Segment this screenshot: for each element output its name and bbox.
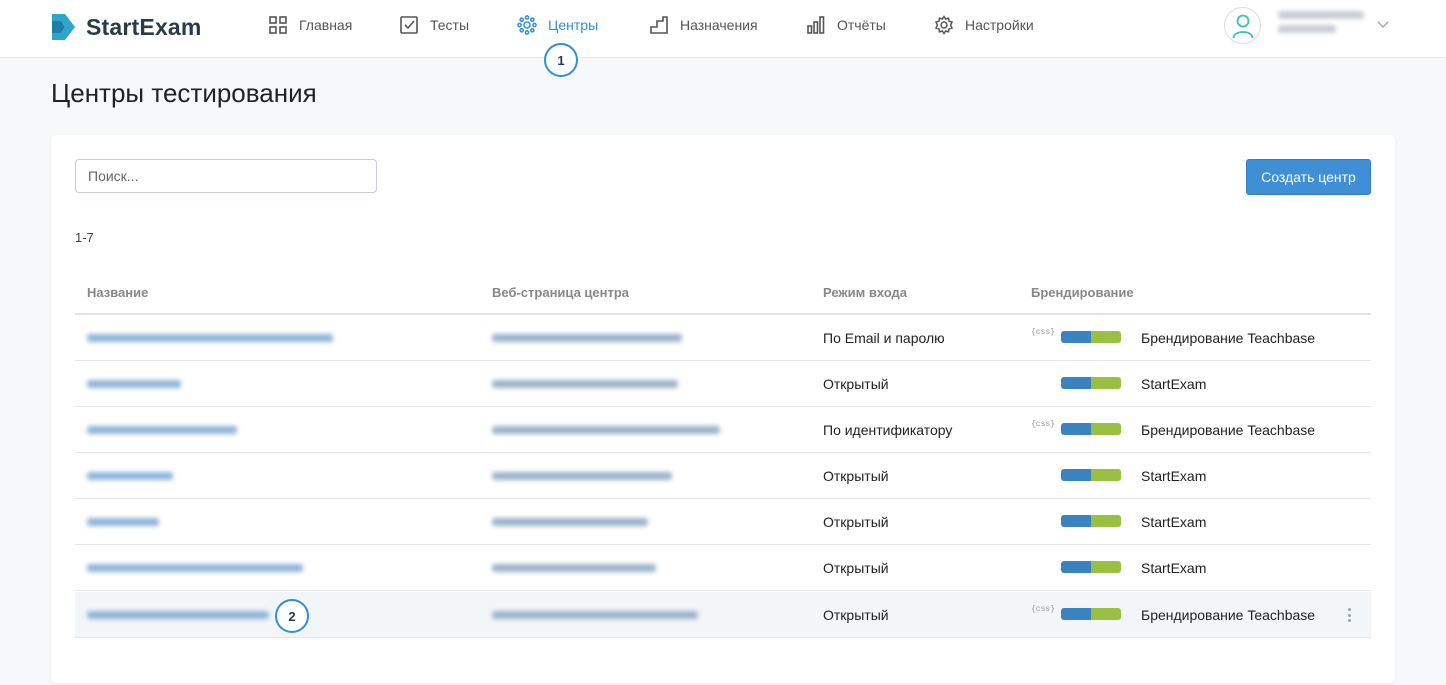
nav-tests-label: Тесты	[430, 17, 470, 33]
checkbox-icon	[400, 16, 418, 34]
center-webpage-link[interactable]	[492, 426, 720, 434]
table-header: Название Веб-страница центра Режим входа…	[75, 273, 1371, 315]
center-webpage-link[interactable]	[492, 472, 672, 480]
css-tag: {css}	[1031, 420, 1056, 429]
center-webpage-link[interactable]	[492, 334, 682, 342]
gear-icon	[934, 15, 954, 35]
branding-name: Брендирование Teachbase	[1141, 330, 1316, 346]
nav-centers-label: Центры	[548, 17, 599, 33]
branding-swatch	[1061, 469, 1121, 481]
center-name-link[interactable]	[87, 472, 173, 480]
css-tag: {css}	[1031, 328, 1056, 337]
nav-assignments-label: Назначения	[680, 17, 758, 33]
branding-name: Брендирование Teachbase	[1141, 422, 1316, 438]
center-webpage-link[interactable]	[492, 611, 698, 619]
nav-reports[interactable]: Отчёты	[806, 0, 886, 50]
bar-chart-icon	[807, 16, 825, 34]
center-name-link[interactable]	[87, 426, 237, 434]
login-mode: По Email и паролю	[823, 330, 945, 346]
center-name-link[interactable]	[87, 611, 269, 619]
branding-swatch	[1061, 331, 1121, 343]
nav-reports-label: Отчёты	[837, 17, 886, 33]
branding-name: StartExam	[1141, 514, 1207, 530]
nav-assignments[interactable]: Назначения	[649, 0, 758, 50]
table-row[interactable]: Открытый StartExam	[75, 361, 1371, 407]
create-center-button[interactable]: Создать центр	[1246, 159, 1371, 195]
table-row[interactable]: Открытый StartExam	[75, 453, 1371, 499]
login-mode: Открытый	[823, 468, 889, 484]
center-webpage-link[interactable]	[492, 380, 678, 388]
table-row[interactable]: По Email и паролю {css} Брендирование Te…	[75, 315, 1371, 361]
page-title: Центры тестирования	[51, 78, 317, 108]
search-input[interactable]	[75, 159, 377, 193]
grid-icon	[269, 16, 287, 34]
column-header-branding[interactable]: Брендирование	[1031, 285, 1134, 300]
login-mode: Открытый	[823, 560, 889, 576]
branding-name: StartExam	[1141, 560, 1207, 576]
nav-home-label: Главная	[299, 17, 353, 33]
table-row[interactable]: Открытый StartExam	[75, 499, 1371, 545]
center-name-link[interactable]	[87, 564, 303, 572]
branding-swatch	[1061, 423, 1121, 435]
results-range: 1-7	[75, 230, 94, 245]
nav-tests[interactable]: Тесты	[399, 0, 469, 50]
table-row[interactable]: Открытый {css} Брендирование Teachbase	[75, 592, 1371, 638]
column-header-login-mode[interactable]: Режим входа	[823, 285, 907, 300]
column-header-name[interactable]: Название	[87, 285, 148, 300]
nav-settings-label: Настройки	[965, 17, 1034, 33]
dots-circle-icon	[517, 15, 537, 35]
table-row[interactable]: Открытый StartExam	[75, 545, 1371, 591]
login-mode: Открытый	[823, 514, 889, 530]
user-name-blurred[interactable]	[1278, 11, 1364, 41]
startexam-logo-icon	[52, 14, 75, 40]
top-navigation-bar: StartExam Главная Тесты Центры Назначени…	[0, 0, 1446, 58]
step-marker-1: 1	[544, 43, 578, 77]
table-row[interactable]: По идентификатору {css} Брендирование Te…	[75, 407, 1371, 453]
app-logo[interactable]: StartExam	[50, 11, 202, 43]
nav-home[interactable]: Главная	[268, 0, 352, 50]
center-webpage-link[interactable]	[492, 518, 648, 526]
stairs-icon	[650, 16, 668, 34]
login-mode: Открытый	[823, 607, 889, 623]
login-mode: Открытый	[823, 376, 889, 392]
step-marker-2: 2	[275, 599, 309, 633]
css-tag: {css}	[1031, 605, 1056, 614]
chevron-down-icon[interactable]	[1376, 17, 1390, 31]
center-webpage-link[interactable]	[492, 564, 656, 572]
user-icon	[1232, 14, 1253, 38]
user-avatar[interactable]	[1224, 7, 1261, 44]
column-header-webpage[interactable]: Веб-страница центра	[492, 285, 629, 300]
branding-swatch	[1061, 377, 1121, 389]
nav-settings[interactable]: Настройки	[934, 0, 1034, 50]
kebab-menu-icon[interactable]	[1343, 606, 1355, 624]
branding-swatch	[1061, 608, 1121, 620]
app-name: StartExam	[86, 13, 202, 40]
login-mode: По идентификатору	[823, 422, 953, 438]
centers-card: Создать центр 1-7 Название Веб-страница …	[51, 135, 1395, 683]
center-name-link[interactable]	[87, 380, 181, 388]
center-name-link[interactable]	[87, 518, 159, 526]
branding-name: Брендирование Teachbase	[1141, 607, 1316, 623]
branding-name: StartExam	[1141, 468, 1207, 484]
center-name-link[interactable]	[87, 334, 333, 342]
branding-name: StartExam	[1141, 376, 1207, 392]
branding-swatch	[1061, 515, 1121, 527]
branding-swatch	[1061, 561, 1121, 573]
